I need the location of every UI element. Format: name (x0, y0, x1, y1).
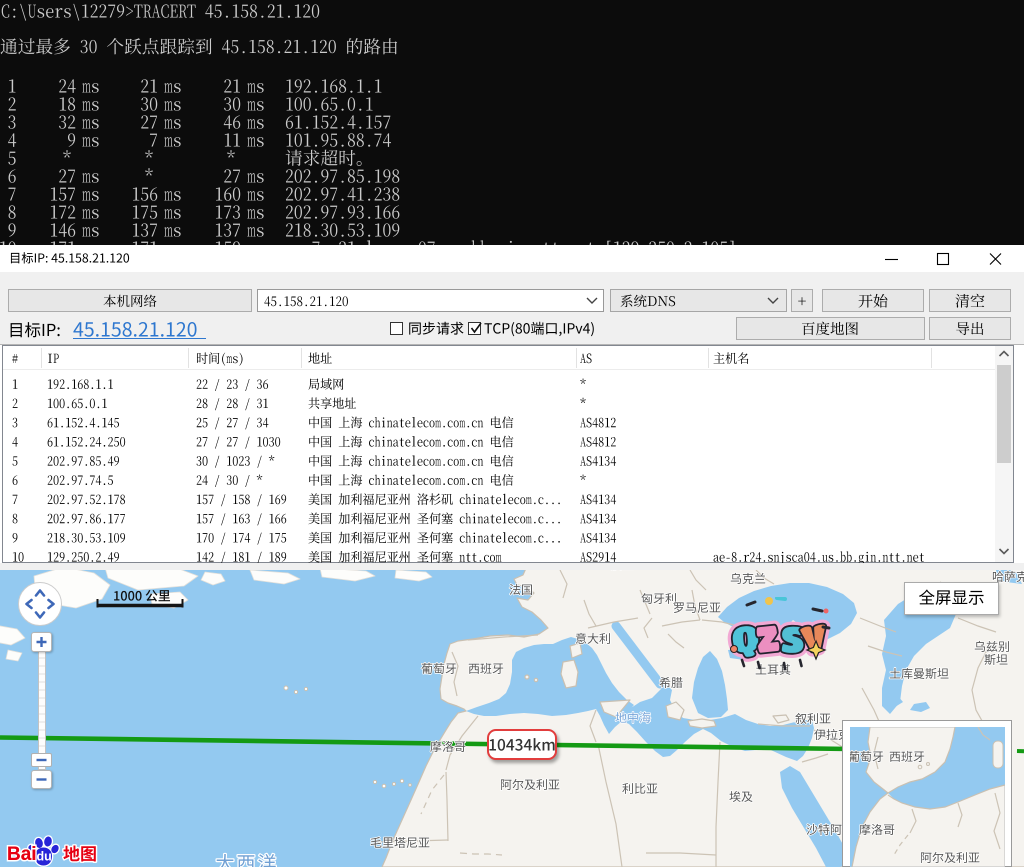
svg-text:Bai: Bai (7, 844, 37, 865)
svg-text:du: du (37, 850, 52, 864)
